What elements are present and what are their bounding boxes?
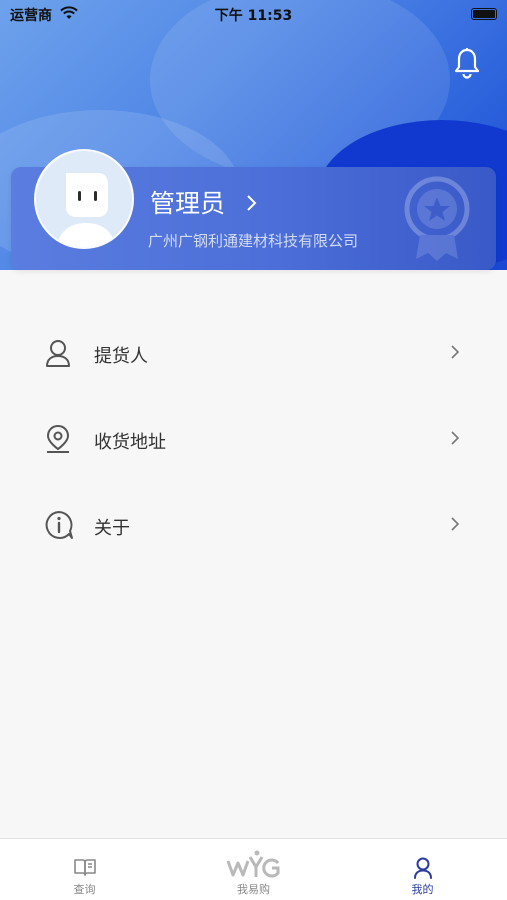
clock: 下午 11:53 [214, 8, 293, 24]
tab-mine[interactable]: 我的 [338, 839, 507, 900]
person-icon [413, 857, 433, 883]
menu-item-label: 收货地址 [94, 432, 166, 453]
medal-badge-icon [402, 175, 472, 265]
chevron-right-icon [450, 430, 460, 450]
tab-label: 我的 [411, 883, 434, 896]
info-icon [44, 510, 74, 544]
battery-icon [471, 8, 497, 20]
menu-item-label: 关于 [94, 518, 130, 539]
tab-query[interactable]: 查询 [0, 839, 169, 900]
wyg-logo-icon [224, 849, 284, 885]
avatar[interactable] [34, 149, 134, 249]
location-pin-icon [44, 424, 72, 458]
menu-item-label: 提货人 [94, 346, 148, 367]
settings-menu: 提货人 收货地址 关于 [0, 310, 507, 568]
menu-item-shipping-address[interactable]: 收货地址 [0, 396, 507, 482]
profile-name[interactable]: 管理员 [150, 184, 225, 220]
company-name: 广州广钢利通建材科技有限公司 [148, 232, 359, 250]
chevron-right-icon [450, 344, 460, 364]
menu-item-pickup-person[interactable]: 提货人 [0, 310, 507, 396]
bell-icon[interactable] [453, 47, 481, 83]
book-icon [73, 857, 97, 881]
menu-item-about[interactable]: 关于 [0, 482, 507, 568]
tab-wyg[interactable]: 我易购 [169, 839, 338, 900]
tab-label: 查询 [73, 883, 96, 896]
tab-bar: 查询 我易购 我的 [0, 838, 507, 900]
person-icon [44, 338, 72, 372]
tab-label: 我易购 [237, 883, 270, 896]
chevron-right-icon [450, 516, 460, 536]
status-bar: 运营商 下午 11:53 [0, 0, 507, 28]
chevron-right-icon[interactable] [246, 194, 258, 216]
